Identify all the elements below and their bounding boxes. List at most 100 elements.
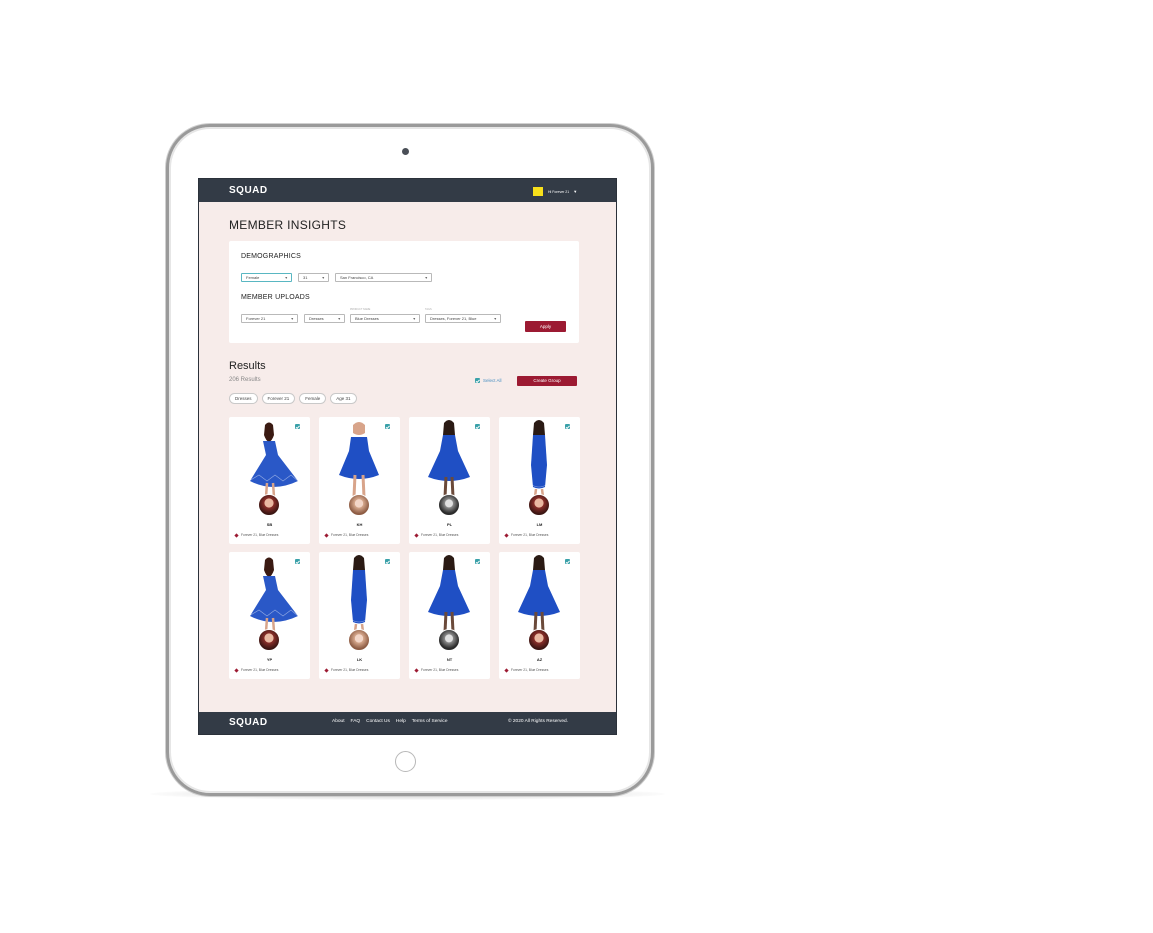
card-tags: Forever 21, Blue Dresses [414,532,459,538]
tag-icon [414,667,419,673]
filter-chip[interactable]: Dresses [229,393,258,404]
chevron-down-icon: ▼ [412,317,416,321]
avatar[interactable] [528,629,550,651]
result-card[interactable]: KH Forever 21, Blue Dresses [319,417,400,544]
member-initials: SB [266,522,273,527]
footer-logo[interactable]: SQUAD [229,717,268,728]
card-tags: Forever 21, Blue Dresses [504,532,549,538]
caret-down-icon: ▼ [573,189,578,194]
member-initials: YP [266,657,273,662]
select-checkbox[interactable] [295,559,300,564]
page-title: MEMBER INSIGHTS [229,218,347,232]
results-title: Results [229,360,266,372]
dress-photo [319,552,400,633]
select-all-toggle[interactable]: Select All [475,378,502,383]
card-tags: Forever 21, Blue Dresses [324,667,369,673]
tags-select[interactable]: Dresses, Forever 21, Blue ▼ [425,314,501,323]
chevron-down-icon: ▼ [424,276,428,280]
avatar[interactable] [348,494,370,516]
avatar[interactable] [438,629,460,651]
dress-photo [229,417,310,498]
brand-select[interactable]: Forever 21 ▼ [241,314,298,323]
member-initials: LK [356,657,363,662]
filter-card: DEMOGRAPHICS Female ▼ 31 ▼ San Francisco… [229,241,579,343]
category-select[interactable]: Dresses ▼ [304,314,345,323]
result-card[interactable]: AZ Forever 21, Blue Dresses [499,552,580,679]
footer-links: About FAQ Contact Us Help Terms of Servi… [332,719,447,724]
checkbox-icon [475,378,480,383]
avatar[interactable] [258,629,280,651]
result-card[interactable]: YP Forever 21, Blue Dresses [229,552,310,679]
age-select[interactable]: 31 ▼ [298,273,329,282]
chevron-down-icon: ▼ [321,276,325,280]
tag-icon [234,532,239,538]
dress-photo [409,417,490,498]
footer-link-faq[interactable]: FAQ [351,719,361,724]
dress-photo [319,417,400,498]
dress-photo [499,417,580,498]
avatar[interactable] [438,494,460,516]
avatar[interactable] [528,494,550,516]
product-name-value: Blue Dresses [355,316,379,321]
demographics-heading: DEMOGRAPHICS [241,253,301,260]
select-checkbox[interactable] [385,559,390,564]
filter-chip[interactable]: Age 31 [330,393,357,404]
select-checkbox[interactable] [565,559,570,564]
apply-button[interactable]: Apply [525,321,566,332]
card-tags-text: Forever 21, Blue Dresses [511,533,549,537]
gender-select[interactable]: Female ▼ [241,273,292,282]
home-button[interactable] [395,751,416,772]
card-tags-text: Forever 21, Blue Dresses [421,533,459,537]
footer-link-contact[interactable]: Contact Us [366,719,390,724]
copyright: © 2020 All Rights Reserved. [508,719,569,724]
card-tags-text: Forever 21, Blue Dresses [241,668,279,672]
brand-value: Forever 21 [246,316,266,321]
member-initials: NT [446,657,453,662]
select-checkbox[interactable] [475,559,480,564]
avatar[interactable] [348,629,370,651]
footer-link-about[interactable]: About [332,719,345,724]
account-menu[interactable]: Hi Forever 21 ▼ [533,187,577,196]
member-initials: PL [446,522,453,527]
results-count: 206 Results [229,377,261,383]
select-checkbox[interactable] [385,424,390,429]
account-label: Hi Forever 21 [548,189,570,194]
avatar[interactable] [258,494,280,516]
dress-photo [499,552,580,633]
card-tags: Forever 21, Blue Dresses [234,667,279,673]
create-group-button[interactable]: Create Group [517,376,577,386]
select-checkbox[interactable] [565,424,570,429]
card-tags-text: Forever 21, Blue Dresses [511,668,549,672]
select-checkbox[interactable] [295,424,300,429]
card-tags-text: Forever 21, Blue Dresses [421,668,459,672]
select-checkbox[interactable] [475,424,480,429]
tag-icon [504,532,509,538]
filter-chip[interactable]: Female [299,393,327,404]
chevron-down-icon: ▼ [290,317,294,321]
camera-icon [402,148,409,155]
top-navbar: SQUAD Hi Forever 21 ▼ [199,179,616,202]
product-name-select[interactable]: Blue Dresses ▼ [350,314,420,323]
footer-link-help[interactable]: Help [396,719,406,724]
tag-icon [324,532,329,538]
result-card[interactable]: NT Forever 21, Blue Dresses [409,552,490,679]
result-card[interactable]: PL Forever 21, Blue Dresses [409,417,490,544]
result-card[interactable]: SB Forever 21, Blue Dresses [229,417,310,544]
chevron-down-icon: ▼ [284,276,288,280]
member-initials: KH [356,522,363,527]
member-initials: LM [536,522,543,527]
gender-value: Female [246,275,260,280]
card-tags: Forever 21, Blue Dresses [234,532,278,538]
card-tags: Forever 21, Blue Dresses [414,667,459,673]
card-tags: Forever 21, Blue Dresses [504,667,549,673]
card-tags-text: Forever 21, Blue Dresses [331,668,369,672]
filter-chip[interactable]: Forever 21 [261,393,296,404]
tag-icon [234,667,239,673]
result-card[interactable]: LM Forever 21, Blue Dresses [499,417,580,544]
select-all-label: Select All [483,378,502,383]
logo[interactable]: SQUAD [229,185,268,196]
result-card[interactable]: LK Forever 21, Blue Dresses [319,552,400,679]
footer-link-terms[interactable]: Terms of Service [412,719,448,724]
location-select[interactable]: San Francisco, CA ▼ [335,273,432,282]
tag-icon [414,532,419,538]
